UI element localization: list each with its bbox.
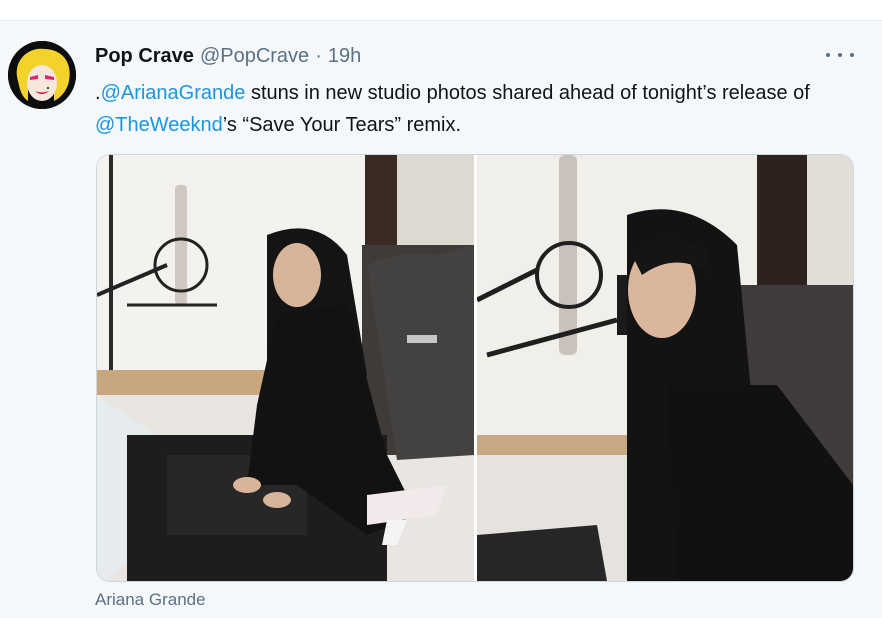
avatar[interactable] [8, 41, 76, 109]
avatar-image [8, 41, 76, 109]
media-grid [96, 154, 854, 582]
mention-arianagrande[interactable]: @ArianaGrande [101, 82, 246, 104]
photo-1[interactable] [97, 155, 474, 581]
photo-1-image [97, 155, 474, 581]
media-caption[interactable]: Ariana Grande [95, 590, 206, 610]
photo-2-image [477, 155, 853, 581]
mention-theweeknd[interactable]: @TheWeeknd [95, 114, 223, 136]
separator-dot: · [315, 44, 322, 67]
tweet-text: .@ArianaGrande stuns in new studio photo… [95, 77, 835, 141]
more-horizontal-icon[interactable] [826, 45, 854, 65]
photo-2[interactable] [477, 155, 853, 581]
user-handle[interactable]: @PopCrave [200, 45, 309, 68]
tweet[interactable]: Pop Crave @PopCrave · 19h .@ArianaGrande… [0, 21, 882, 618]
timestamp[interactable]: 19h [328, 45, 361, 68]
text-middle: stuns in new studio photos shared ahead … [245, 82, 810, 104]
text-suffix: ’s “Save Your Tears” remix. [222, 114, 462, 136]
display-name[interactable]: Pop Crave [95, 45, 194, 68]
tweet-header: Pop Crave @PopCrave · 19h [95, 42, 361, 70]
